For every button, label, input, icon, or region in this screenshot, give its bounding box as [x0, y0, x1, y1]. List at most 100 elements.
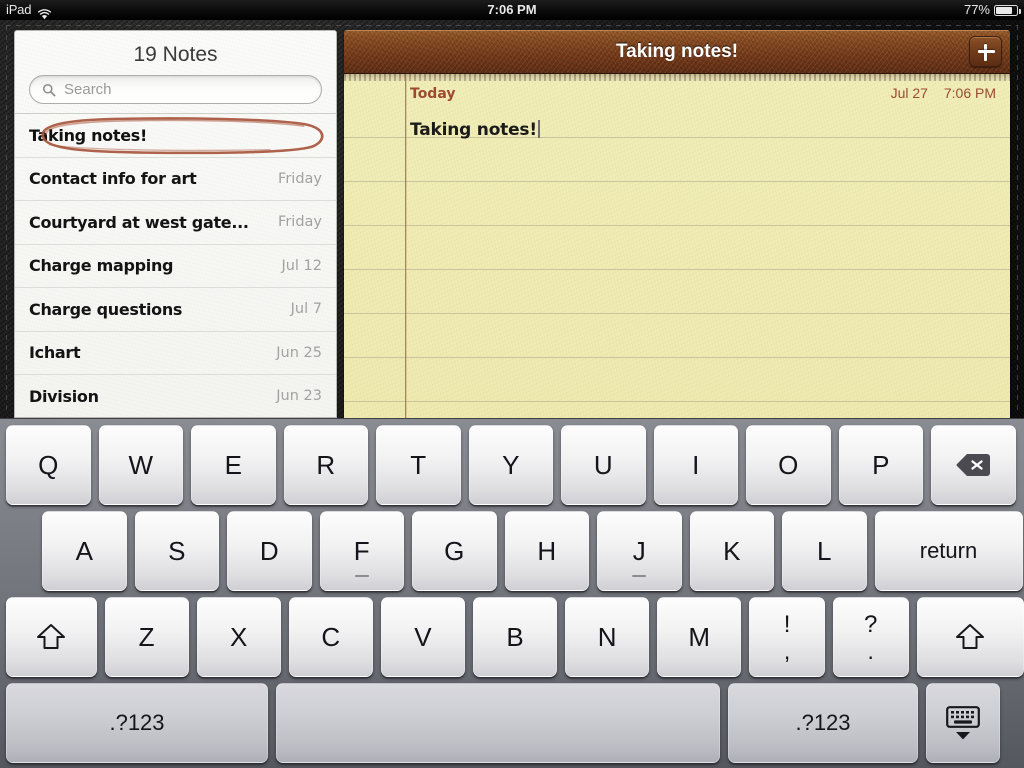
note-list-item[interactable]: Courtyard at west gate... Friday [15, 200, 336, 244]
search-field[interactable] [29, 75, 322, 104]
key-label-secondary: . [867, 638, 874, 664]
battery-icon [994, 4, 1021, 16]
key-v[interactable]: V [380, 597, 465, 677]
key-s[interactable]: S [134, 511, 219, 591]
key-backspace[interactable] [931, 425, 1016, 505]
add-note-button[interactable] [969, 36, 1002, 67]
key-j[interactable]: J [597, 511, 682, 591]
note-list-item-date: Friday [278, 170, 322, 187]
note-list-item-title: Contact info for art [29, 169, 197, 189]
key-label: P [872, 449, 890, 480]
search-icon [42, 83, 56, 97]
status-bar: iPad 7:06 PM 77% [0, 0, 1024, 20]
key-label: V [414, 621, 432, 652]
key-label: A [75, 535, 93, 566]
key-label: Y [502, 449, 520, 480]
key-label: .?123 [109, 710, 165, 735]
battery-percent-label: 77% [963, 2, 990, 17]
note-list-item-date: Jul 7 [290, 301, 322, 318]
note-list-item-title: Division [29, 386, 99, 406]
key-y[interactable]: Y [468, 425, 553, 505]
key-question-period[interactable]: ?. [832, 597, 909, 677]
onscreen-keyboard: Q W E R T Y U I O P A S D F G H J K Lreturn Z X C V B N M!,?. .… [0, 418, 1024, 768]
note-list-item-title: Charge questions [29, 299, 183, 319]
key-label-primary: ! [783, 611, 791, 638]
note-date: Jul 27 [890, 85, 928, 101]
key-c[interactable]: C [288, 597, 373, 677]
key-label: E [224, 449, 242, 480]
key-numeric-switch[interactable]: .?123 [728, 683, 918, 763]
note-list-item-date: Friday [278, 214, 322, 231]
key-label: X [230, 621, 248, 652]
key-p[interactable]: P [838, 425, 923, 505]
note-meta: Today Jul 27 7:06 PM [410, 85, 996, 103]
key-label: N [597, 621, 617, 652]
key-w[interactable]: W [98, 425, 183, 505]
key-label-primary: ? [864, 611, 878, 638]
note-list-item[interactable]: Ichart Jun 25 [15, 330, 336, 375]
key-u[interactable]: U [561, 425, 646, 505]
home-row-indicator [354, 575, 369, 577]
note-paper[interactable]: Today Jul 27 7:06 PM Taking notes! [344, 74, 1010, 418]
notes-list: Taking notes! Contact info for art Friday C… [15, 113, 336, 417]
key-a[interactable]: A [42, 511, 127, 591]
key-label: return [919, 538, 978, 563]
key-l[interactable]: L [782, 511, 867, 591]
key-label: T [410, 449, 427, 480]
key-label: I [692, 449, 700, 480]
key-label: C [321, 621, 341, 652]
key-return[interactable]: return [874, 511, 1023, 591]
note-list-item[interactable]: Contact info for art Friday [15, 156, 336, 201]
key-label: G [444, 535, 465, 566]
keyboard-row-1: QWERTYUIOP [0, 425, 1024, 505]
key-k[interactable]: K [689, 511, 774, 591]
key-space[interactable] [276, 683, 720, 763]
note-list-item-title: Ichart [29, 343, 81, 363]
search-input[interactable] [64, 81, 309, 98]
key-g[interactable]: G [412, 511, 497, 591]
note-list-item-date: Jun 25 [276, 344, 322, 361]
key-shift[interactable] [6, 597, 97, 677]
note-detail-panel: Taking notes! Today Jul 27 7:06 PM Takin… [344, 30, 1010, 418]
note-list-item[interactable]: Charge questions Jul 7 [15, 287, 336, 331]
key-label: B [506, 621, 524, 652]
key-q[interactable]: Q [6, 425, 91, 505]
key-b[interactable]: B [472, 597, 558, 677]
key-label: J [632, 535, 646, 566]
key-label: S [168, 535, 186, 566]
key-d[interactable]: D [227, 511, 312, 591]
key-t[interactable]: T [376, 425, 461, 505]
backspace-icon [956, 453, 991, 477]
note-body-content: Taking notes! [410, 120, 537, 140]
key-h[interactable]: H [504, 511, 589, 591]
stitch-top [6, 25, 1018, 26]
key-label: D [259, 535, 279, 566]
notes-count-header: 19 Notes [133, 43, 218, 66]
note-list-item[interactable]: Taking notes! [15, 113, 336, 157]
key-f[interactable]: F [319, 511, 404, 591]
key-z[interactable]: Z [104, 597, 189, 677]
key-label: F [353, 535, 370, 566]
key-label: U [593, 449, 613, 480]
key-m[interactable]: M [657, 597, 742, 677]
note-list-item-title: Taking notes! [29, 125, 147, 145]
key-label: Q [38, 449, 59, 480]
note-list-item-title: Courtyard at west gate... [29, 212, 249, 232]
key-e[interactable]: E [191, 425, 276, 505]
note-list-item[interactable]: Charge mapping Jul 12 [15, 243, 336, 288]
key-label-secondary: , [783, 638, 791, 664]
key-n[interactable]: N [565, 597, 650, 677]
key-shift[interactable] [916, 597, 1024, 677]
key-hide-keyboard[interactable] [926, 683, 1000, 763]
key-r[interactable]: R [283, 425, 368, 505]
home-row-indicator [632, 575, 647, 577]
key-numeric-switch[interactable]: .?123 [6, 683, 268, 763]
key-o[interactable]: O [746, 425, 831, 505]
key-label: Z [138, 621, 155, 652]
key-exclam-comma[interactable]: !, [749, 597, 825, 677]
key-i[interactable]: I [653, 425, 738, 505]
note-list-item[interactable]: Division Jun 23 [15, 374, 336, 417]
paper-torn-edge [344, 74, 1010, 81]
note-body-text[interactable]: Taking notes! [410, 108, 996, 152]
key-x[interactable]: X [196, 597, 281, 677]
